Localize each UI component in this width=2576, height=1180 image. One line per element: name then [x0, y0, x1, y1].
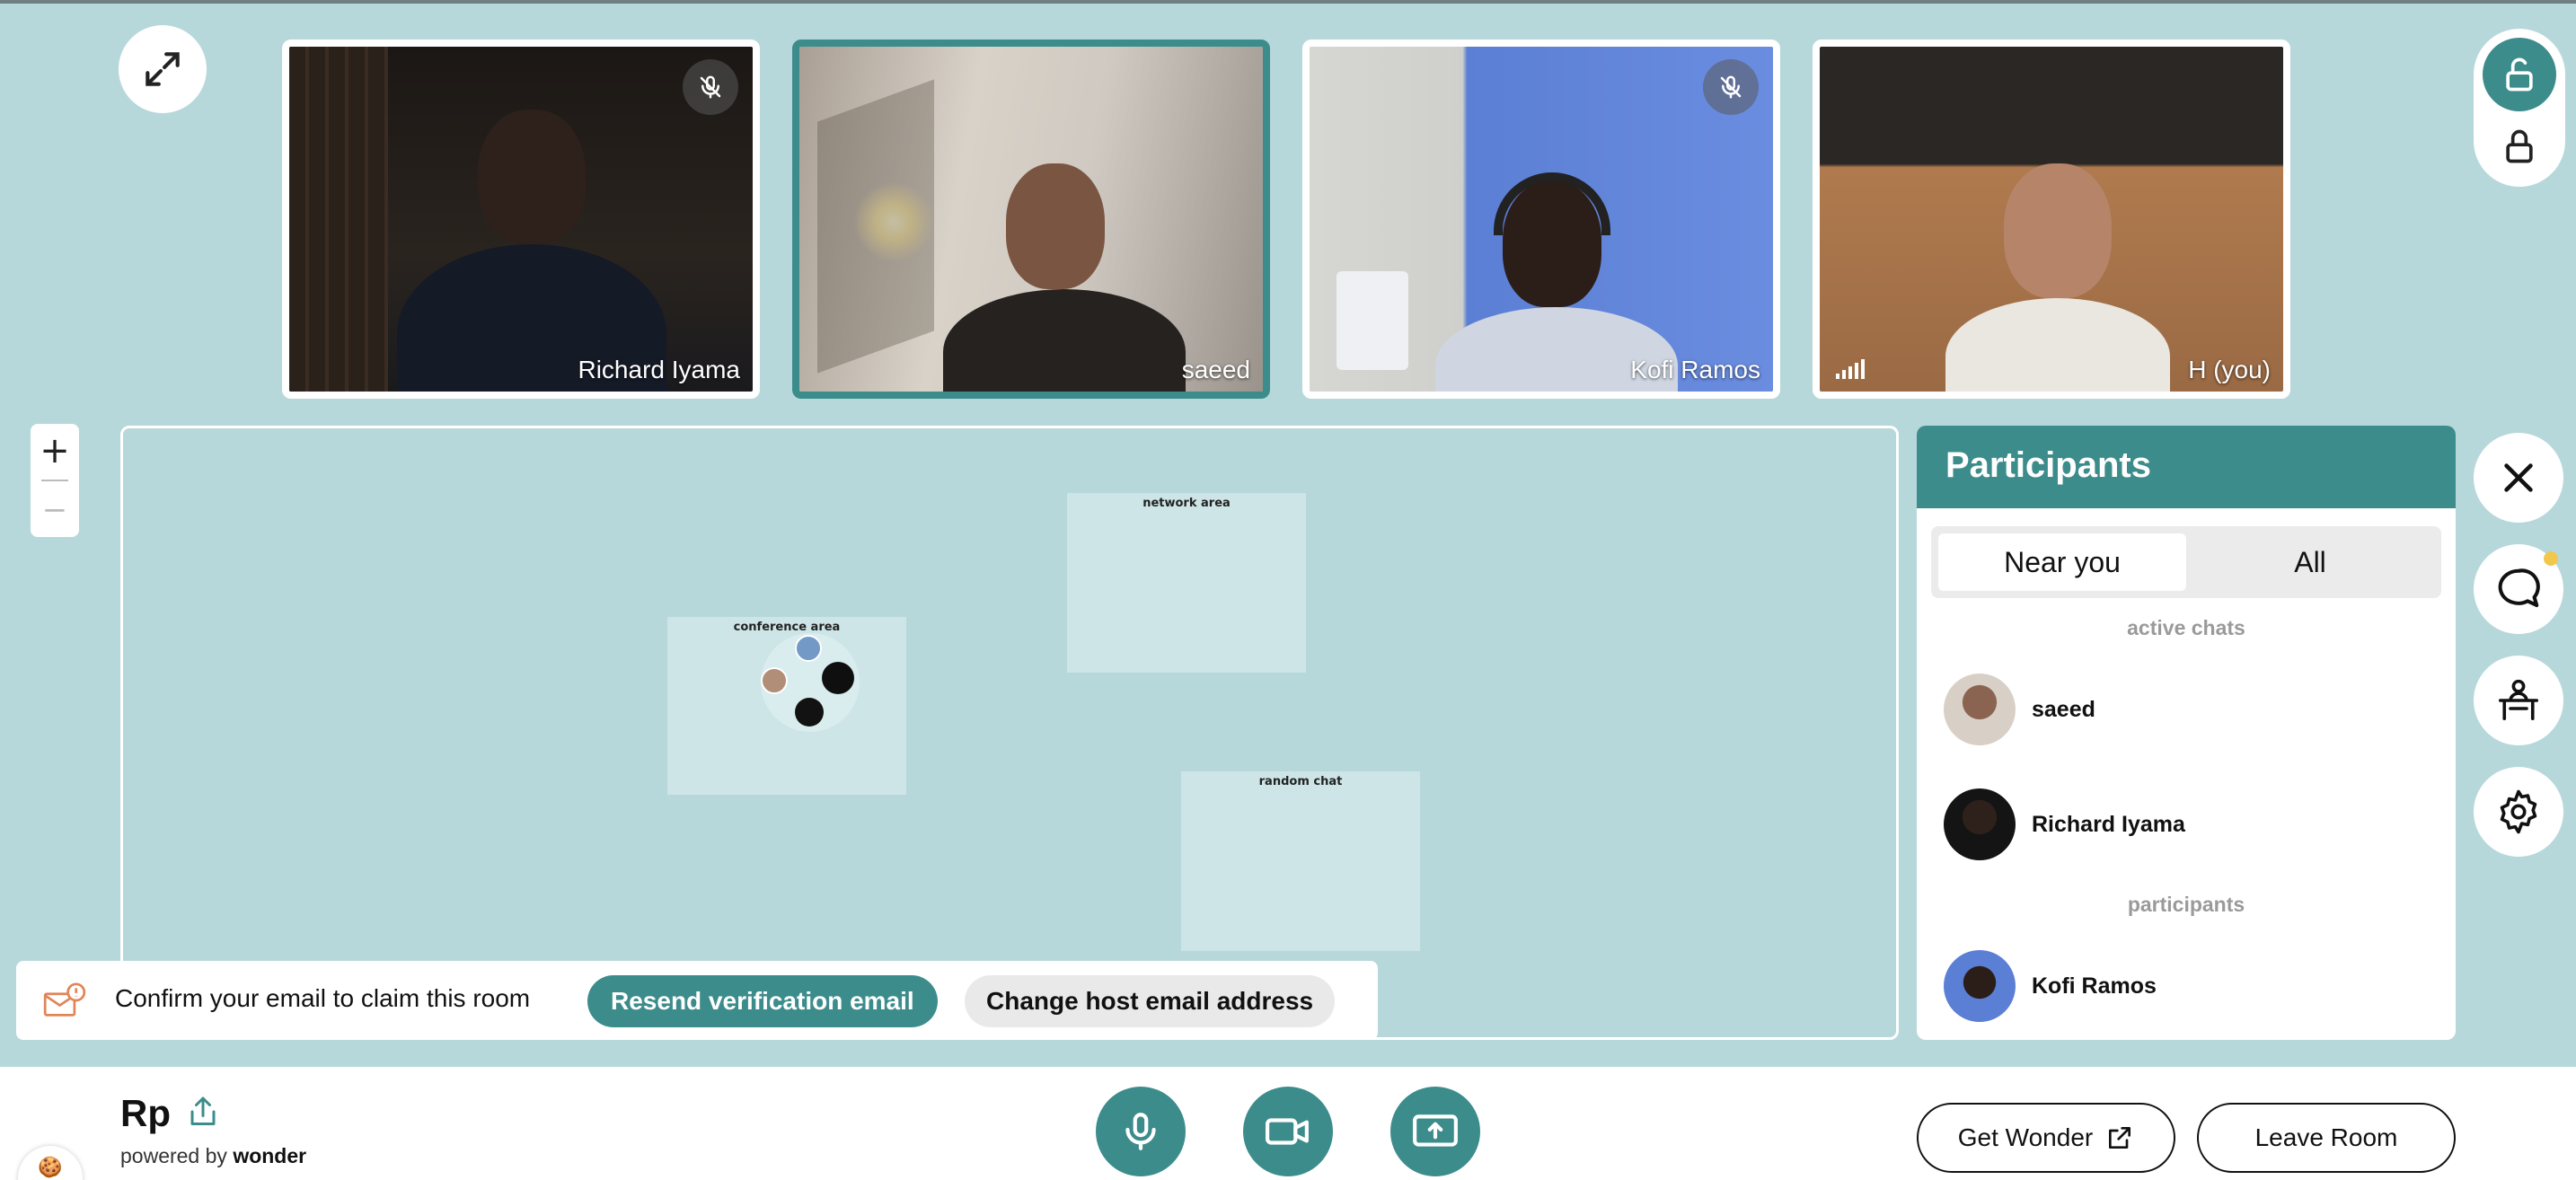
list-item[interactable]: Kofi Ramos: [1944, 950, 2157, 1022]
lock-icon: [2506, 129, 2533, 163]
banner-message: Confirm your email to claim this room: [115, 984, 531, 1012]
camera-button[interactable]: [1243, 1087, 1333, 1176]
video-tile-kofi[interactable]: Kofi Ramos: [1302, 40, 1780, 399]
avatar: [1944, 788, 2016, 860]
camera-icon: [1266, 1118, 1309, 1145]
avatar[interactable]: [822, 662, 854, 694]
mic-off-icon: [683, 59, 738, 115]
room-name: Rp: [120, 1092, 171, 1134]
get-wonder-label: Get Wonder: [1957, 1123, 2094, 1151]
desk-icon: [2498, 679, 2539, 721]
zoom-out-button[interactable]: −: [31, 483, 79, 537]
notification-dot: [2544, 551, 2558, 566]
email-verification-banner: Confirm your email to claim this room Re…: [16, 961, 1378, 1040]
video-tile-saeed[interactable]: saeed: [792, 40, 1270, 399]
map-area-network[interactable]: network area: [1067, 493, 1306, 673]
area-label: conference area: [733, 621, 841, 634]
list-item[interactable]: saeed: [1944, 674, 2095, 745]
share-icon[interactable]: [187, 1094, 219, 1133]
chat-button[interactable]: [2474, 544, 2563, 634]
mic-off-icon: [1703, 59, 1759, 115]
screen-share-button[interactable]: [1390, 1087, 1480, 1176]
settings-button[interactable]: [2474, 767, 2563, 857]
participant-tabs: Near you All: [1931, 526, 2441, 598]
list-item[interactable]: Richard Iyama: [1944, 788, 2185, 860]
leave-room-button[interactable]: Leave Room: [2197, 1103, 2456, 1173]
section-label: active chats: [2127, 616, 2245, 639]
fullscreen-button[interactable]: [119, 25, 207, 113]
video-name-label: saeed: [1181, 356, 1250, 383]
section-label: participants: [2127, 893, 2245, 916]
video-feed: [1820, 47, 2283, 392]
resend-verification-button[interactable]: Resend verification email: [587, 975, 938, 1027]
video-tile-self[interactable]: H (you): [1813, 40, 2290, 399]
powered-by-text: powered by: [120, 1144, 227, 1167]
lock-room-button[interactable]: [2483, 115, 2556, 178]
conversation-circle[interactable]: [761, 633, 860, 732]
desk-button[interactable]: [2474, 656, 2563, 745]
avatar[interactable]: [795, 698, 824, 726]
map-area-conference[interactable]: conference area: [667, 617, 906, 795]
avatar: [1944, 674, 2016, 745]
avatar: [1944, 950, 2016, 1022]
expand-icon: [146, 52, 180, 86]
participant-name: saeed: [2032, 696, 2095, 722]
avatar[interactable]: [795, 635, 822, 662]
room-lock-panel: [2474, 29, 2565, 187]
panel-header: Participants: [1917, 426, 2456, 508]
tab-near-you[interactable]: Near you: [1938, 533, 2186, 591]
area-label: random chat: [1258, 775, 1343, 788]
unlock-icon: [2506, 57, 2533, 92]
room-map[interactable]: network area conference area random chat: [120, 426, 1899, 1040]
tab-all[interactable]: All: [2186, 533, 2434, 591]
video-name-label: Kofi Ramos: [1630, 356, 1760, 383]
gear-icon: [2500, 789, 2537, 834]
avatar[interactable]: [761, 667, 788, 694]
participants-panel: Participants Near you All active chats s…: [1917, 426, 2456, 1040]
area-label: network area: [1142, 497, 1231, 510]
external-link-icon: [2109, 1127, 2131, 1149]
bottom-bar: Rp powered by wonder 🍪 Get Wonder Leave …: [0, 1067, 2576, 1180]
mic-icon: [1125, 1113, 1156, 1150]
close-panel-button[interactable]: [2474, 433, 2563, 523]
participant-name: Kofi Ramos: [2032, 973, 2157, 999]
powered-by: powered by wonder: [120, 1144, 306, 1168]
get-wonder-button[interactable]: Get Wonder: [1917, 1103, 2175, 1173]
brand-name: wonder: [233, 1144, 307, 1167]
window-top-border: [0, 0, 2576, 4]
zoom-control: + −: [31, 424, 79, 537]
zoom-divider: [41, 480, 68, 481]
change-email-button[interactable]: Change host email address: [965, 975, 1336, 1027]
microphone-button[interactable]: [1096, 1087, 1186, 1176]
video-feed: [799, 47, 1263, 392]
mail-alert-icon: [43, 982, 86, 1022]
video-feed: [1310, 47, 1773, 392]
unlock-room-button[interactable]: [2483, 38, 2556, 111]
chat-icon: [2498, 568, 2540, 608]
video-name-label: H (you): [2188, 356, 2271, 383]
video-name-label: Richard Iyama: [578, 356, 740, 383]
video-feed: [289, 47, 753, 392]
map-area-random-chat[interactable]: random chat: [1181, 771, 1420, 951]
screen-share-icon: [1413, 1114, 1458, 1147]
video-tile-richard[interactable]: Richard Iyama: [282, 40, 760, 399]
cookie-icon[interactable]: 🍪: [18, 1146, 83, 1180]
close-icon: [2504, 463, 2533, 492]
panel-title: Participants: [1945, 445, 2151, 485]
signal-icon: [1836, 359, 1865, 379]
participant-name: Richard Iyama: [2032, 811, 2185, 837]
zoom-in-button[interactable]: +: [31, 424, 79, 478]
